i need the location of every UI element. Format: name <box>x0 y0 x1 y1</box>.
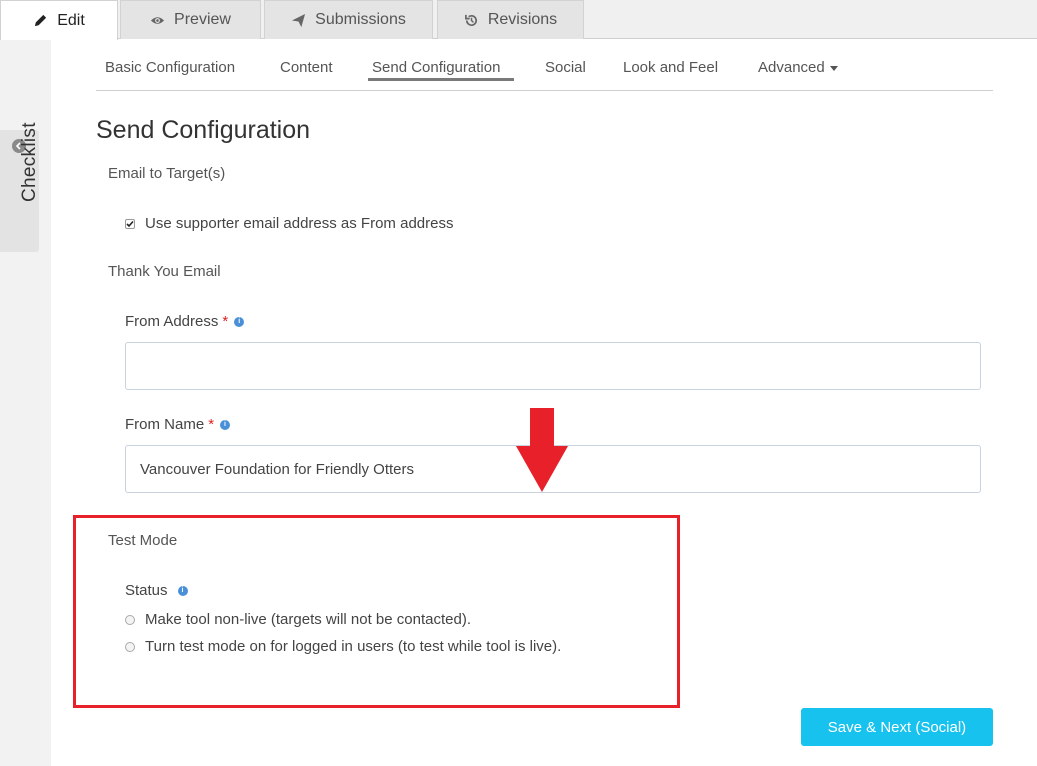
use-supporter-email-row[interactable]: Use supporter email address as From addr… <box>125 215 453 232</box>
tab-submissions[interactable]: Submissions <box>264 0 433 39</box>
page-title: Send Configuration <box>96 116 311 144</box>
email-targets-heading: Email to Target(s) <box>108 165 226 182</box>
caret-down-icon <box>829 65 838 71</box>
from-address-label: From Address * i <box>125 313 245 330</box>
use-supporter-email-checkbox[interactable] <box>125 218 135 229</box>
checklist-label[interactable]: Checklist <box>19 122 41 202</box>
subtab-content[interactable]: Content <box>280 59 333 76</box>
required-marker: * <box>208 416 215 433</box>
pencil-icon <box>35 14 47 27</box>
tab-revisions-label: Revisions <box>487 11 558 28</box>
tab-edit[interactable]: Edit <box>0 0 118 40</box>
required-marker: * <box>222 313 229 330</box>
active-subtab-underline <box>368 78 514 81</box>
tab-revisions[interactable]: Revisions <box>437 0 584 39</box>
top-tab-bar: Edit Preview Submissions Revisions <box>0 0 1037 40</box>
thank-you-email-heading: Thank You Email <box>108 263 221 280</box>
from-name-label: From Name * i <box>125 416 231 433</box>
tab-preview[interactable]: Preview <box>120 0 261 39</box>
subtab-social[interactable]: Social <box>545 59 586 76</box>
red-arrow-annotation-icon <box>516 408 568 492</box>
tab-submissions-label: Submissions <box>315 11 406 28</box>
info-icon[interactable]: i <box>234 316 245 327</box>
eye-icon <box>150 16 165 24</box>
paper-plane-icon <box>292 13 306 27</box>
config-sub-tabs: Basic Configuration Content Send Configu… <box>96 50 993 91</box>
test-mode-highlight-annotation <box>73 515 680 708</box>
from-name-label-text: From Name <box>125 416 205 433</box>
tab-edit-label: Edit <box>57 11 85 29</box>
tab-preview-label: Preview <box>174 11 231 28</box>
subtab-look-and-feel[interactable]: Look and Feel <box>623 59 718 76</box>
use-supporter-email-label: Use supporter email address as From addr… <box>145 215 454 232</box>
subtab-advanced[interactable]: Advanced <box>758 59 838 76</box>
subtab-basic-configuration[interactable]: Basic Configuration <box>105 59 235 76</box>
from-address-input[interactable] <box>125 342 981 390</box>
subtab-advanced-label: Advanced <box>758 59 825 76</box>
info-icon[interactable]: i <box>220 419 231 430</box>
history-icon <box>464 14 477 26</box>
save-next-button[interactable]: Save & Next (Social) <box>801 708 993 746</box>
from-address-label-text: From Address <box>125 313 219 330</box>
subtab-send-configuration[interactable]: Send Configuration <box>372 59 500 76</box>
